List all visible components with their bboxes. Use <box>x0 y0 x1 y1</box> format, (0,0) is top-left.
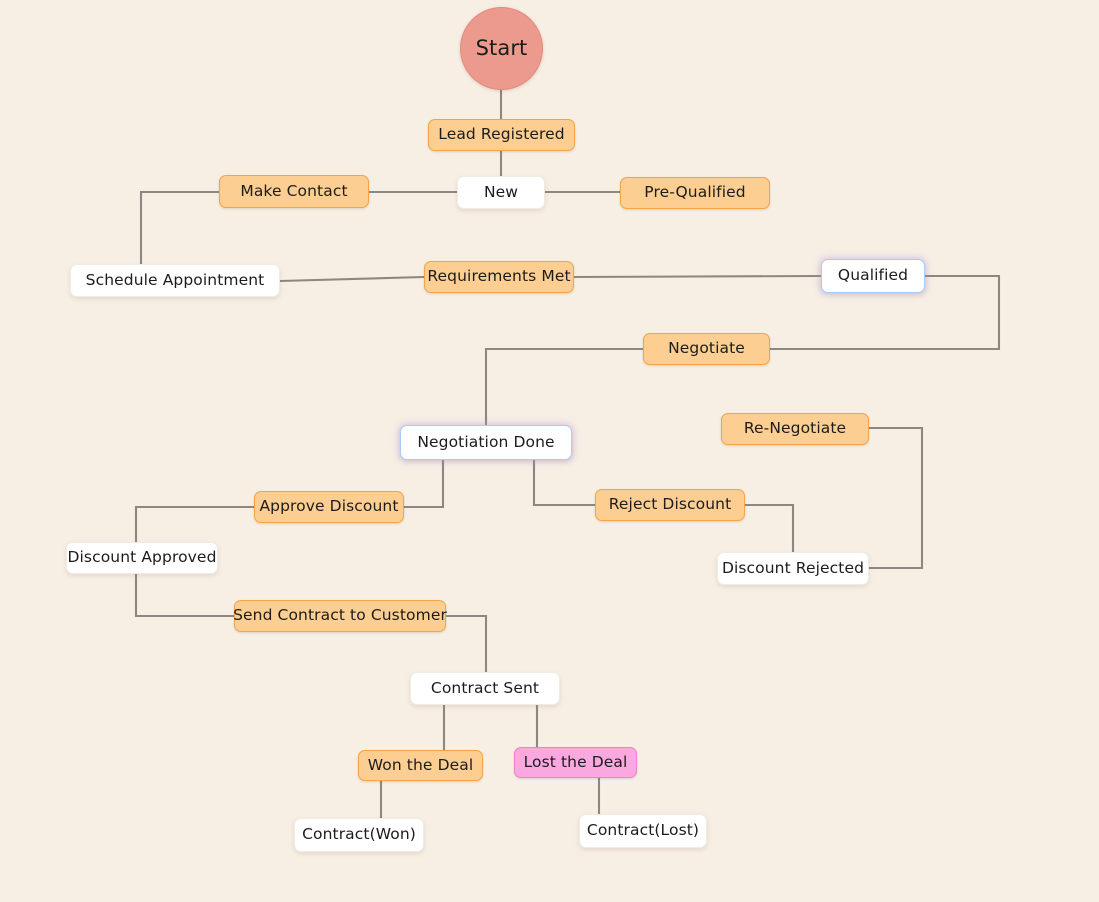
flow-node-contract_lost[interactable]: Contract(Lost) <box>579 814 707 848</box>
flow-node-label: Qualified <box>837 266 909 285</box>
flow-node-negotiate[interactable]: Negotiate <box>643 333 770 365</box>
flow-node-label: Send Contract to Customer <box>233 606 447 625</box>
flow-node-label: Approve Discount <box>259 497 399 516</box>
flow-node-label: Discount Rejected <box>721 558 865 577</box>
flow-node-label: Make Contact <box>240 181 348 200</box>
flow-node-lead_registered[interactable]: Lead Registered <box>428 119 575 151</box>
flow-node-label: Contract(Lost) <box>586 821 700 840</box>
flow-node-label: Discount Approved <box>67 548 217 567</box>
flow-node-label: New <box>483 182 519 201</box>
flow-node-label: Pre-Qualified <box>644 183 746 202</box>
flow-node-label: Negotiate <box>668 339 745 358</box>
flow-node-requirements_met[interactable]: Requirements Met <box>424 261 574 293</box>
flow-node-label: Reject Discount <box>608 495 732 514</box>
flowchart-canvas: Start Lead Registered New Make Contact Pre-Q… <box>0 0 1099 902</box>
flow-node-label: Lost the Deal <box>523 752 628 771</box>
flow-node-contract_sent[interactable]: Contract Sent <box>410 672 560 705</box>
flow-node-reject_discount[interactable]: Reject Discount <box>595 489 745 521</box>
flow-node-re_negotiate[interactable]: Re-Negotiate <box>721 413 869 445</box>
flow-node-make_contact[interactable]: Make Contact <box>219 175 369 208</box>
flow-node-qualified[interactable]: Qualified <box>821 259 925 293</box>
flow-node-label: Schedule Appointment <box>85 270 265 289</box>
flow-node-schedule_appointment[interactable]: Schedule Appointment <box>70 264 280 297</box>
flow-node-negotiation_done[interactable]: Negotiation Done <box>400 425 572 460</box>
flow-node-label: Won the Deal <box>367 755 474 774</box>
flow-node-label: Contract(Won) <box>302 825 416 844</box>
flow-node-label: Start <box>475 36 528 60</box>
flow-node-lost_the_deal[interactable]: Lost the Deal <box>514 747 637 778</box>
flow-node-pre_qualified[interactable]: Pre-Qualified <box>620 177 770 209</box>
flow-node-discount_rejected[interactable]: Discount Rejected <box>717 552 869 585</box>
node-layer: Start Lead Registered New Make Contact Pre-Q… <box>0 0 1099 902</box>
flow-node-start[interactable]: Start <box>460 7 543 90</box>
flow-node-approve_discount[interactable]: Approve Discount <box>254 491 404 523</box>
flow-node-label: Negotiation Done <box>417 432 555 451</box>
flow-node-send_contract[interactable]: Send Contract to Customer <box>233 600 447 632</box>
flow-node-contract_won[interactable]: Contract(Won) <box>294 818 424 852</box>
flow-node-label: Re-Negotiate <box>743 419 847 438</box>
flow-node-label: Contract Sent <box>430 678 540 697</box>
flow-node-won_the_deal[interactable]: Won the Deal <box>358 750 483 781</box>
flow-node-new[interactable]: New <box>457 176 545 209</box>
flow-node-label: Lead Registered <box>438 125 565 144</box>
flow-node-discount_approved[interactable]: Discount Approved <box>66 542 218 574</box>
flow-node-label: Requirements Met <box>427 267 571 286</box>
